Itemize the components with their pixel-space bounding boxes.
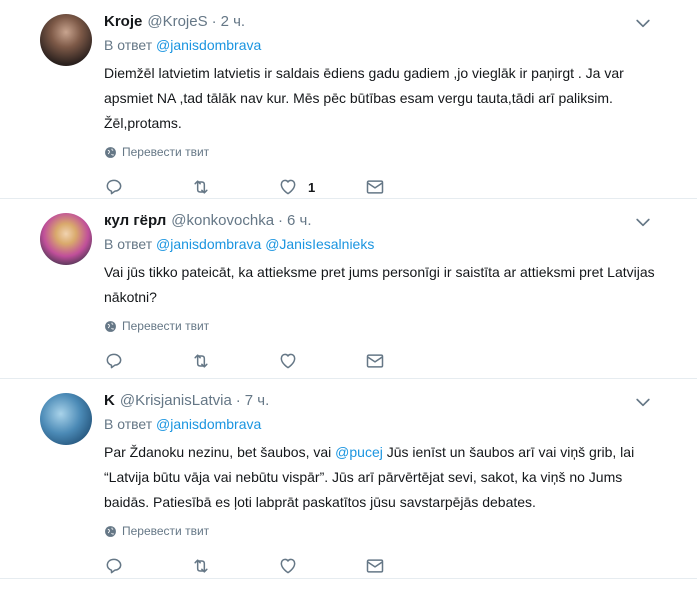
translate-link[interactable]: Перевести твит <box>104 144 677 160</box>
translate-link[interactable]: Перевести твит <box>104 523 677 539</box>
tweet-header: K @KrisjanisLatvia · 7 ч. <box>104 391 677 411</box>
display-name[interactable]: K <box>104 391 115 411</box>
avatar[interactable] <box>40 393 92 445</box>
chevron-down-icon[interactable] <box>633 212 653 232</box>
globe-icon <box>105 525 116 537</box>
reply-button[interactable] <box>104 177 191 197</box>
chevron-down-icon[interactable] <box>633 13 653 33</box>
translate-label: Перевести твит <box>122 145 210 159</box>
reply-label: В ответ <box>104 416 153 432</box>
username[interactable]: @KrojeS <box>147 12 207 32</box>
mention-link[interactable]: @JanisIesalnieks <box>265 236 374 252</box>
like-button[interactable] <box>278 351 365 371</box>
message-button[interactable] <box>365 351 452 371</box>
username[interactable]: @konkovochka <box>171 211 274 231</box>
tweet-actions <box>104 351 677 371</box>
message-button[interactable] <box>365 177 452 197</box>
globe-icon <box>105 320 116 332</box>
tweet-feed: Kroje @KrojeS · 2 ч. В ответ @janisdombr… <box>0 0 697 579</box>
like-button[interactable]: 1 <box>278 177 365 197</box>
separator: · <box>211 13 217 30</box>
tweet[interactable]: Kroje @KrojeS · 2 ч. В ответ @janisdombr… <box>0 0 697 199</box>
translate-link[interactable]: Перевести твит <box>104 318 677 334</box>
retweet-button[interactable] <box>191 177 278 197</box>
tweet[interactable]: K @KrisjanisLatvia · 7 ч. В ответ @janis… <box>0 379 697 579</box>
tweet-text: Diemžēl latvietim latvietis ir saldais ē… <box>104 65 624 131</box>
reply-label: В ответ <box>104 236 153 252</box>
tweet-actions: 1 <box>104 177 677 197</box>
reply-button[interactable] <box>104 556 191 576</box>
tweet-text: Par Ždanoku nezinu, bet šaubos, vai @puc… <box>104 440 664 515</box>
retweet-icon <box>194 180 208 194</box>
translate-label: Перевести твит <box>122 524 210 538</box>
avatar[interactable] <box>40 213 92 265</box>
reply-context: В ответ @janisdombrava <box>104 414 677 434</box>
mention-link[interactable]: @janisdombrava <box>156 416 261 432</box>
reply-button[interactable] <box>104 351 191 371</box>
mention-link[interactable]: @janisdombrava <box>156 236 261 252</box>
retweet-button[interactable] <box>191 556 278 576</box>
message-button[interactable] <box>365 556 452 576</box>
timestamp[interactable]: 6 ч. <box>287 211 312 231</box>
retweet-icon <box>194 354 208 368</box>
like-button[interactable] <box>278 556 365 576</box>
reply-context: В ответ @janisdombrava @JanisIesalnieks <box>104 234 677 254</box>
separator: · <box>235 392 241 409</box>
reply-icon <box>106 353 122 369</box>
translate-label: Перевести твит <box>122 319 210 333</box>
like-icon <box>280 558 296 574</box>
reply-label: В ответ <box>104 37 153 53</box>
username[interactable]: @KrisjanisLatvia <box>120 391 232 411</box>
like-icon <box>280 179 296 195</box>
display-name[interactable]: Kroje <box>104 12 142 32</box>
retweet-button[interactable] <box>191 351 278 371</box>
timestamp[interactable]: 7 ч. <box>245 391 270 411</box>
mention-link[interactable]: @pucej <box>335 444 383 460</box>
display-name[interactable]: кул гёрл <box>104 211 166 231</box>
timestamp[interactable]: 2 ч. <box>221 12 246 32</box>
tweet-actions <box>104 556 677 576</box>
retweet-icon <box>194 559 208 573</box>
globe-icon <box>105 146 116 158</box>
message-icon <box>366 354 384 368</box>
reply-context: В ответ @janisdombrava <box>104 35 677 55</box>
separator: · <box>278 212 284 229</box>
message-icon <box>366 559 384 573</box>
mention-link[interactable]: @janisdombrava <box>156 37 261 53</box>
tweet-header: кул гёрл @konkovochka · 6 ч. <box>104 211 677 231</box>
tweet-header: Kroje @KrojeS · 2 ч. <box>104 12 677 32</box>
chevron-down-icon[interactable] <box>633 392 653 412</box>
reply-icon <box>106 558 122 574</box>
like-count: 1 <box>308 179 316 195</box>
tweet[interactable]: кул гёрл @konkovochka · 6 ч. В ответ @ja… <box>0 199 697 379</box>
avatar[interactable] <box>40 14 92 66</box>
like-icon <box>280 353 296 369</box>
tweet-text: Vai jūs tikko pateicāt, ka attieksme pre… <box>104 264 655 305</box>
tweet-text-part: Par Ždanoku nezinu, bet šaubos, vai <box>104 444 336 460</box>
reply-icon <box>106 179 122 195</box>
message-icon <box>366 180 384 194</box>
